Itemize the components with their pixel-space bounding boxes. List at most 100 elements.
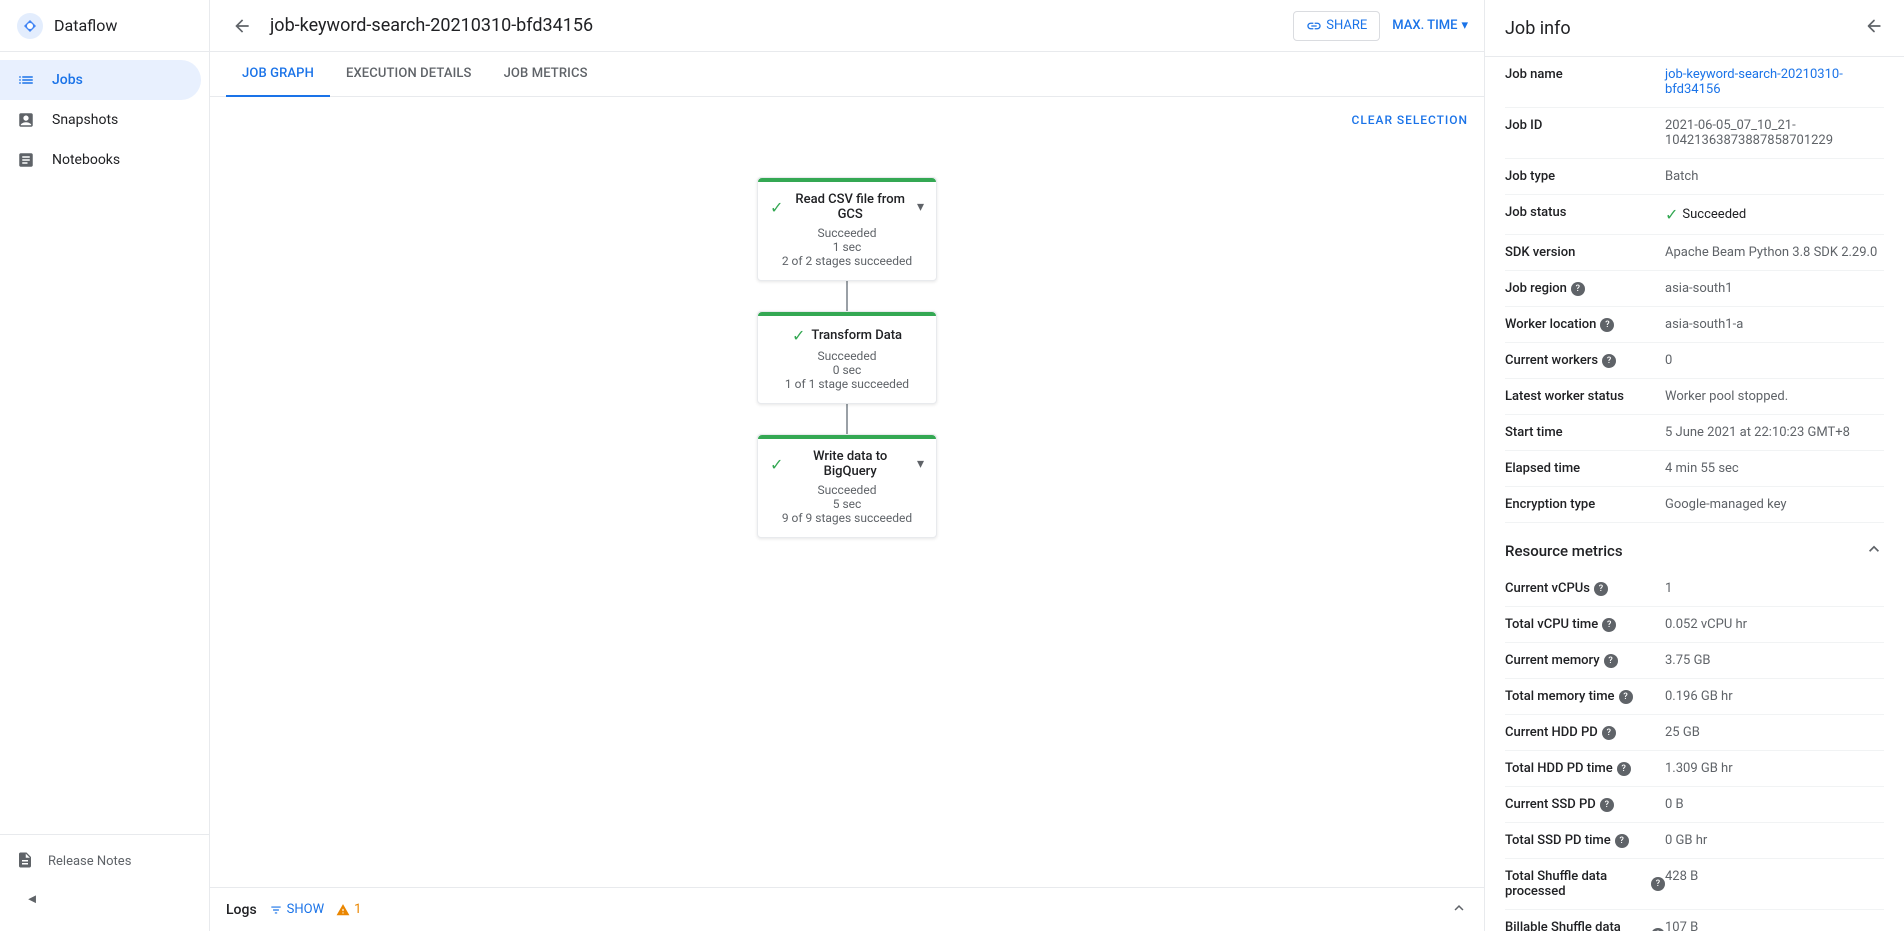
topbar: job-keyword-search-20210310-bfd34156 SHA… — [210, 0, 1484, 52]
sidebar-item-jobs[interactable]: Jobs — [0, 60, 201, 100]
total-vcpu-time-help-icon[interactable]: ? — [1602, 618, 1616, 632]
info-label-worker-status: Latest worker status — [1505, 389, 1665, 404]
metric-value-current-vcpus: 1 — [1665, 581, 1884, 596]
info-value-job-name[interactable]: job-keyword-search-20210310-bfd34156 — [1665, 67, 1884, 97]
sidebar-collapse-button[interactable]: ◄ — [16, 883, 48, 915]
info-row-sdk-version: SDK version Apache Beam Python 3.8 SDK 2… — [1505, 235, 1884, 271]
right-panel-collapse-button[interactable] — [1864, 16, 1884, 40]
metric-row-current-memory: Current memory ? 3.75 GB — [1505, 643, 1884, 679]
logs-collapse-button[interactable] — [1450, 899, 1468, 921]
release-notes-label: Release Notes — [48, 854, 131, 869]
sidebar-header: Dataflow — [0, 0, 209, 52]
logs-show-button[interactable]: SHOW — [269, 902, 324, 917]
info-row-job-type: Job type Batch — [1505, 159, 1884, 195]
info-row-worker-status: Latest worker status Worker pool stopped… — [1505, 379, 1884, 415]
sidebar: Dataflow Jobs Snapshots Notebooks Rel — [0, 0, 210, 931]
logs-warning-button[interactable]: 1 — [336, 902, 361, 917]
info-label-start-time: Start time — [1505, 425, 1665, 440]
sidebar-item-snapshots[interactable]: Snapshots — [0, 100, 201, 140]
tab-execution-details[interactable]: EXECUTION DETAILS — [330, 52, 488, 97]
info-label-elapsed-time: Elapsed time — [1505, 461, 1665, 476]
info-row-start-time: Start time 5 June 2021 at 22:10:23 GMT+8 — [1505, 415, 1884, 451]
metric-label-total-shuffle-data: Total Shuffle data processed ? — [1505, 869, 1665, 899]
logs-label: Logs — [226, 902, 257, 918]
sidebar-nav: Jobs Snapshots Notebooks — [0, 52, 209, 834]
clear-selection-button[interactable]: CLEAR SELECTION — [1352, 113, 1468, 127]
current-workers-help-icon[interactable]: ? — [1602, 354, 1616, 368]
node-check-icon-read-csv: ✓ — [770, 198, 783, 217]
info-value-sdk-version: Apache Beam Python 3.8 SDK 2.29.0 — [1665, 245, 1884, 260]
info-row-elapsed-time: Elapsed time 4 min 55 sec — [1505, 451, 1884, 487]
info-label-worker-location: Worker location ? — [1505, 317, 1665, 332]
pipeline-container: ✓ Read CSV file from GCS ▾ Succeeded 1 s… — [210, 97, 1484, 887]
info-row-encryption-type: Encryption type Google-managed key — [1505, 487, 1884, 523]
metric-value-total-memory-time: 0.196 GB hr — [1665, 689, 1884, 704]
node-status-read-csv: Succeeded — [770, 226, 924, 240]
info-value-current-workers: 0 — [1665, 353, 1884, 368]
resource-metrics-title: Resource metrics — [1505, 542, 1623, 560]
total-shuffle-data-help-icon[interactable]: ? — [1651, 877, 1665, 891]
metric-value-total-hdd-pd-time: 1.309 GB hr — [1665, 761, 1884, 776]
sidebar-item-notebooks[interactable]: Notebooks — [0, 140, 201, 180]
dataflow-logo — [16, 12, 44, 40]
connector-2 — [846, 404, 848, 434]
tab-job-metrics[interactable]: JOB METRICS — [488, 52, 604, 97]
current-vcpus-help-icon[interactable]: ? — [1594, 582, 1608, 596]
metric-label-total-hdd-pd-time: Total HDD PD time ? — [1505, 761, 1665, 776]
node-stages-transform: 1 of 1 stage succeeded — [770, 377, 924, 391]
sidebar-footer: Release Notes ◄ — [0, 834, 209, 931]
info-label-job-status: Job status — [1505, 205, 1665, 220]
info-row-current-workers: Current workers ? 0 — [1505, 343, 1884, 379]
metric-label-current-hdd-pd: Current HDD PD ? — [1505, 725, 1665, 740]
job-region-help-icon[interactable]: ? — [1571, 282, 1585, 296]
snapshot-icon — [16, 110, 36, 130]
current-hdd-pd-help-icon[interactable]: ? — [1602, 726, 1616, 740]
resource-metrics-toggle[interactable] — [1864, 539, 1884, 563]
tabs-bar: JOB GRAPH EXECUTION DETAILS JOB METRICS — [210, 52, 1484, 97]
resource-metrics-header: Resource metrics — [1485, 523, 1904, 571]
node-content-write-bq: ✓ Write data to BigQuery ▾ Succeeded 5 s… — [758, 439, 936, 537]
info-value-encryption-type: Google-managed key — [1665, 497, 1884, 512]
node-time-read-csv: 1 sec — [770, 240, 924, 254]
metric-row-current-hdd-pd: Current HDD PD ? 25 GB — [1505, 715, 1884, 751]
sidebar-item-jobs-label: Jobs — [52, 72, 83, 88]
node-title-write-bq: Write data to BigQuery — [789, 449, 911, 479]
job-info-section: Job name job-keyword-search-20210310-bfd… — [1485, 57, 1904, 523]
current-ssd-pd-help-icon[interactable]: ? — [1600, 798, 1614, 812]
current-memory-help-icon[interactable]: ? — [1604, 654, 1618, 668]
back-button[interactable] — [226, 10, 258, 42]
metric-row-total-vcpu-time: Total vCPU time ? 0.052 vCPU hr — [1505, 607, 1884, 643]
metric-row-current-ssd-pd: Current SSD PD ? 0 B — [1505, 787, 1884, 823]
pipeline-node-transform[interactable]: ✓ Transform Data Succeeded 0 sec 1 of 1 … — [757, 311, 937, 404]
release-notes-link[interactable]: Release Notes — [16, 851, 193, 871]
info-value-worker-status: Worker pool stopped. — [1665, 389, 1884, 404]
node-title-read-csv: Read CSV file from GCS — [789, 192, 911, 222]
metric-value-billable-shuffle-data: 107 B — [1665, 920, 1884, 931]
node-content-read-csv: ✓ Read CSV file from GCS ▾ Succeeded 1 s… — [758, 182, 936, 280]
node-check-icon-transform: ✓ — [792, 326, 805, 345]
info-row-job-status: Job status ✓ Succeeded — [1505, 195, 1884, 235]
info-label-job-type: Job type — [1505, 169, 1665, 184]
max-time-button[interactable]: MAX. TIME ▾ — [1392, 18, 1468, 33]
share-button[interactable]: SHARE — [1293, 11, 1380, 41]
total-memory-time-help-icon[interactable]: ? — [1619, 690, 1633, 704]
metric-row-total-shuffle-data: Total Shuffle data processed ? 428 B — [1505, 859, 1884, 910]
pipeline-node-read-csv[interactable]: ✓ Read CSV file from GCS ▾ Succeeded 1 s… — [757, 177, 937, 281]
metric-value-current-memory: 3.75 GB — [1665, 653, 1884, 668]
logs-show-label: SHOW — [287, 902, 324, 917]
total-hdd-pd-time-help-icon[interactable]: ? — [1617, 762, 1631, 776]
metric-row-total-hdd-pd-time: Total HDD PD time ? 1.309 GB hr — [1505, 751, 1884, 787]
metric-row-total-memory-time: Total memory time ? 0.196 GB hr — [1505, 679, 1884, 715]
total-ssd-pd-time-help-icon[interactable]: ? — [1615, 834, 1629, 848]
metric-label-billable-shuffle-data: Billable Shuffle data processed ? — [1505, 920, 1665, 931]
node-content-transform: ✓ Transform Data Succeeded 0 sec 1 of 1 … — [758, 316, 936, 403]
connector-1 — [846, 281, 848, 311]
node-status-transform: Succeeded — [770, 349, 924, 363]
tab-job-graph[interactable]: JOB GRAPH — [226, 52, 330, 97]
node-time-transform: 0 sec — [770, 363, 924, 377]
node-stages-write-bq: 9 of 9 stages succeeded — [770, 511, 924, 525]
worker-location-help-icon[interactable]: ? — [1600, 318, 1614, 332]
metric-value-current-ssd-pd: 0 B — [1665, 797, 1884, 812]
node-check-icon-write-bq: ✓ — [770, 455, 783, 474]
pipeline-node-write-bq[interactable]: ✓ Write data to BigQuery ▾ Succeeded 5 s… — [757, 434, 937, 538]
